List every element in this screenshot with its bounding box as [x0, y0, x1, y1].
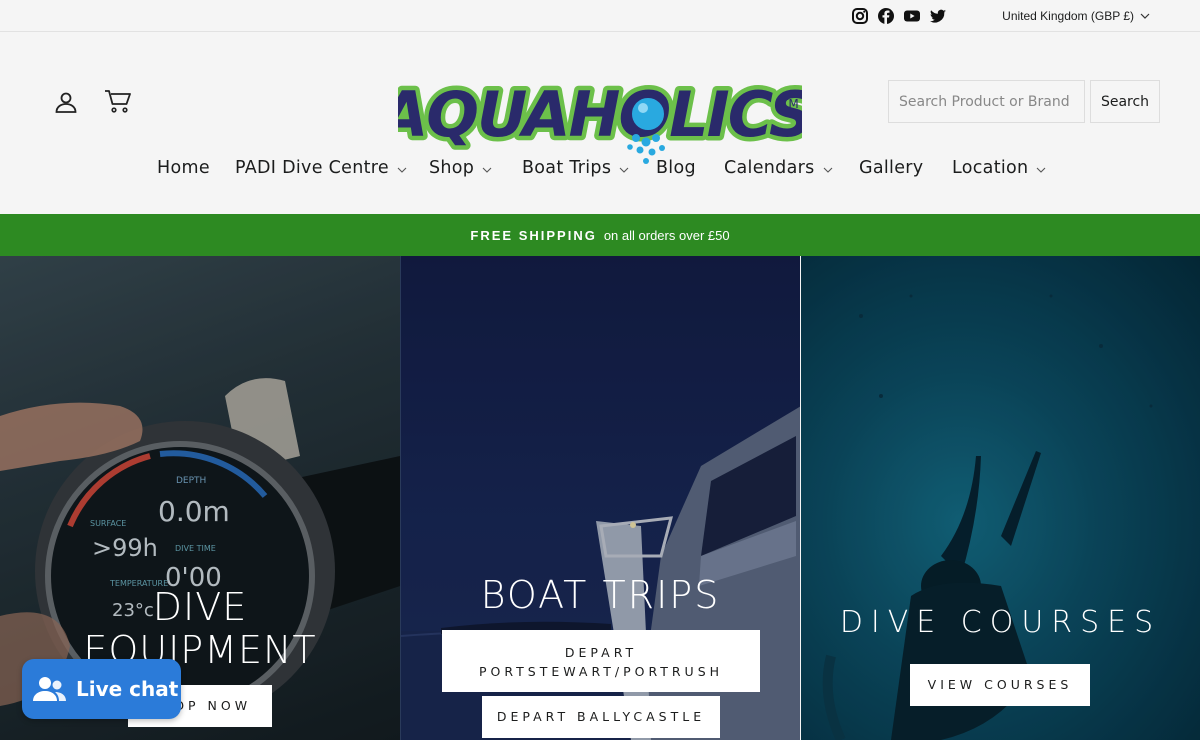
nav-item-blog[interactable]: Blog	[656, 158, 696, 178]
search-button[interactable]: Search	[1090, 80, 1160, 123]
view-courses-button[interactable]: VIEW COURSES	[910, 664, 1090, 706]
nav-item-boat-trips[interactable]: Boat Trips	[522, 158, 629, 178]
currency-selector[interactable]: United Kingdom (GBP £)	[1002, 9, 1150, 23]
twitter-icon[interactable]	[929, 7, 947, 25]
youtube-icon[interactable]	[903, 7, 921, 25]
nav-item-label: PADI Dive Centre	[235, 158, 389, 178]
promo-text: on all orders over £50	[603, 227, 730, 243]
live-chat-button[interactable]: Live chat	[22, 659, 181, 719]
chevron-down-icon	[397, 167, 407, 173]
site-logo[interactable]: AQUAHOLICS AQUAHOLICS TM	[371, 58, 818, 170]
hero-title-line: DIVE	[152, 585, 248, 629]
site-header: AQUAHOLICS AQUAHOLICS TM Search Home PAD…	[0, 32, 1200, 214]
account-icon[interactable]	[54, 90, 78, 114]
depart-portstewart-portrush-button[interactable]: DEPART PORTSTEWART/PORTRUSH	[442, 630, 760, 692]
nav-item-calendars[interactable]: Calendars	[724, 158, 833, 178]
button-line: PORTSTEWART/PORTRUSH	[478, 664, 724, 679]
instagram-icon[interactable]	[851, 7, 869, 25]
free-shipping-banner: FREE SHIPPING on all orders over £50	[0, 214, 1200, 256]
main-nav: Home PADI Dive Centre Shop Boat Trips Bl…	[0, 158, 1200, 188]
svg-text:AQUAHOLICS: AQUAHOLICS	[398, 78, 802, 151]
nav-item-label: Shop	[429, 158, 475, 178]
nav-item-label: Boat Trips	[522, 158, 612, 178]
nav-item-shop[interactable]: Shop	[429, 158, 492, 178]
nav-item-label: Calendars	[724, 158, 815, 178]
button-line: DEPART	[564, 644, 638, 660]
top-utility-bar: United Kingdom (GBP £)	[0, 0, 1200, 32]
nav-item-label: Home	[157, 158, 210, 178]
social-links	[851, 7, 947, 25]
nav-item-location[interactable]: Location	[952, 158, 1046, 178]
svg-text:TM: TM	[780, 97, 799, 111]
search-input[interactable]	[888, 80, 1085, 123]
facebook-icon[interactable]	[877, 7, 895, 25]
cart-icon[interactable]	[104, 88, 132, 114]
currency-label: United Kingdom (GBP £)	[1002, 9, 1134, 23]
chevron-down-icon	[619, 167, 629, 173]
chevron-down-icon	[482, 167, 492, 173]
hero-panel-boat-trips[interactable]: BOAT TRIPS DEPART PORTSTEWART/PORTRUSH D…	[400, 256, 800, 740]
live-chat-label: Live chat	[76, 677, 179, 701]
chevron-down-icon	[1140, 13, 1150, 19]
nav-item-label: Blog	[656, 158, 696, 178]
chevron-down-icon	[1037, 167, 1046, 173]
nav-item-label: Location	[952, 158, 1029, 178]
depart-ballycastle-button[interactable]: DEPART BALLYCASTLE	[482, 696, 720, 738]
nav-item-home[interactable]: Home	[157, 158, 210, 178]
users-chat-icon	[33, 677, 66, 701]
hero-title-boat-trips: BOAT TRIPS	[480, 573, 721, 617]
nav-item-gallery[interactable]: Gallery	[859, 158, 923, 178]
nav-item-padi-dive-centre[interactable]: PADI Dive Centre	[235, 158, 407, 178]
hero-panel-dive-courses[interactable]: DIVE COURSES VIEW COURSES	[801, 256, 1200, 740]
chevron-down-icon	[823, 167, 832, 173]
hero-title-dive-courses: DIVE COURSES	[839, 605, 1162, 640]
promo-bold: FREE SHIPPING	[470, 227, 597, 243]
nav-item-label: Gallery	[859, 158, 924, 178]
